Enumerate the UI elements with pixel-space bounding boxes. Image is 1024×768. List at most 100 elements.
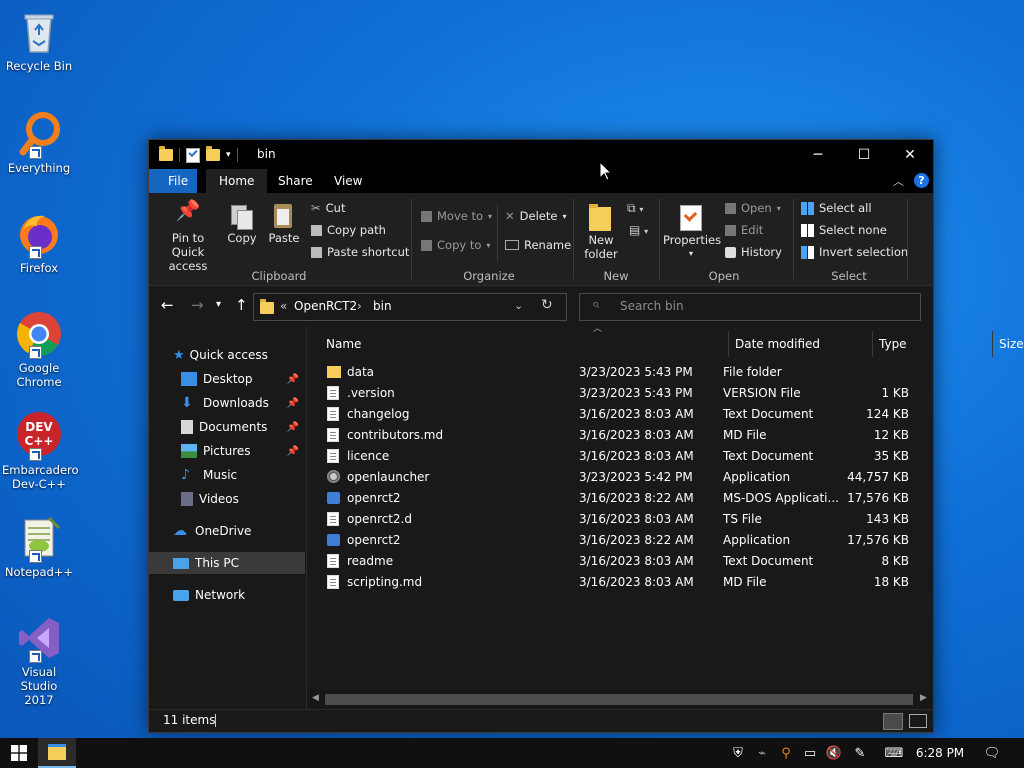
network-disconnected-icon[interactable]: ⌁: [752, 738, 772, 768]
file-row[interactable]: openrct2 3/16/2023 8:22 AM MS-DOS Applicat…: [321, 488, 921, 509]
nav-item-this-pc[interactable]: This PC: [149, 552, 305, 574]
copy-to-button[interactable]: Copy to ▾: [421, 238, 490, 252]
nav-item-desktop[interactable]: Desktop 📌: [149, 368, 305, 390]
column-header-size[interactable]: Size: [999, 331, 1024, 357]
touch-keyboard-icon[interactable]: ⌨: [880, 738, 908, 768]
desktop-icon-devcpp[interactable]: DEV C++ Embarcadero Dev-C++: [2, 412, 79, 491]
new-folder-qat-icon[interactable]: [206, 146, 220, 161]
desktop-icon-google-chrome[interactable]: Google Chrome: [2, 310, 76, 389]
select-all-button[interactable]: Select all: [801, 201, 872, 215]
column-header-type[interactable]: Type: [879, 331, 989, 357]
new-folder-button[interactable]: New folder: [579, 201, 623, 261]
nav-item-music[interactable]: ♪ Music: [149, 464, 305, 486]
network-tray-icon[interactable]: ▭: [800, 738, 820, 768]
pin-to-quick-access-button[interactable]: 📌 Pin to Quick access: [155, 200, 221, 273]
minimize-button[interactable]: ─: [795, 140, 841, 169]
address-bar[interactable]: « OpenRCT2 › bin ⌄ ↻: [253, 293, 567, 321]
desktop-icon-visual-studio[interactable]: Visual Studio 2017: [2, 614, 76, 707]
refresh-icon[interactable]: ↻: [541, 297, 553, 313]
tab-file[interactable]: File: [149, 169, 197, 193]
properties-button[interactable]: Properties ▾: [663, 201, 721, 261]
recent-locations-chevron-icon[interactable]: ▾: [216, 299, 221, 310]
file-row[interactable]: openrct2 3/16/2023 8:22 AM Application 17,5…: [321, 530, 921, 551]
ribbon-collapse-icon[interactable]: ︿: [893, 173, 904, 189]
pin-icon[interactable]: 📌: [287, 398, 299, 409]
nav-item-onedrive[interactable]: ☁ OneDrive: [149, 520, 305, 542]
breadcrumb-openrct2[interactable]: OpenRCT2: [294, 299, 357, 313]
file-row[interactable]: contributors.md 3/16/2023 8:03 AM MD File 1…: [321, 425, 921, 446]
nav-item-downloads[interactable]: ⬇ Downloads 📌: [149, 392, 305, 414]
desktop-icon-everything[interactable]: Everything: [2, 110, 76, 175]
file-row[interactable]: openlauncher 3/23/2023 5:42 PM Application…: [321, 467, 921, 488]
properties-check-icon[interactable]: [186, 147, 200, 163]
scrollbar-thumb[interactable]: [325, 694, 913, 705]
file-row[interactable]: scripting.md 3/16/2023 8:03 AM MD File 18 K…: [321, 572, 921, 593]
taskbar-file-explorer[interactable]: [38, 738, 76, 768]
volume-muted-icon[interactable]: 🔇: [824, 738, 844, 768]
action-center-icon[interactable]: 🗨: [980, 738, 1004, 768]
breadcrumb-separator[interactable]: ›: [357, 299, 362, 313]
scroll-left-icon[interactable]: ◀: [312, 693, 319, 703]
file-row[interactable]: openrct2.d 3/16/2023 8:03 AM TS File 143 KB: [321, 509, 921, 530]
address-dropdown-icon[interactable]: ⌄: [514, 299, 523, 312]
cut-button[interactable]: ✂ Cut: [311, 201, 345, 215]
file-row[interactable]: licence 3/16/2023 8:03 AM Text Document 35 …: [321, 446, 921, 467]
file-row[interactable]: data 3/23/2023 5:43 PM File folder: [321, 362, 921, 383]
tab-view[interactable]: View: [321, 169, 375, 193]
back-arrow-icon[interactable]: ←: [161, 296, 174, 314]
history-button[interactable]: History: [725, 245, 782, 259]
close-button[interactable]: ✕: [887, 140, 933, 169]
file-row[interactable]: .version 3/23/2023 5:43 PM VERSION File 1 K…: [321, 383, 921, 404]
file-row[interactable]: readme 3/16/2023 8:03 AM Text Document 8 KB: [321, 551, 921, 572]
desktop-icon-notepadpp[interactable]: Notepad++: [2, 514, 76, 579]
nav-item-quick-access[interactable]: ★ Quick access: [149, 344, 305, 366]
scroll-right-icon[interactable]: ▶: [920, 693, 927, 703]
new-item-icon[interactable]: ⧉ ▾: [627, 201, 643, 216]
security-shield-icon[interactable]: ⛨: [728, 738, 748, 768]
nav-item-pictures[interactable]: Pictures 📌: [149, 440, 305, 462]
everything-tray-icon[interactable]: ⚲: [776, 738, 796, 768]
maximize-button[interactable]: ☐: [841, 140, 887, 169]
pin-icon[interactable]: 📌: [287, 422, 299, 433]
horizontal-scrollbar[interactable]: ◀ ▶: [307, 691, 933, 708]
paste-button[interactable]: Paste: [266, 203, 302, 245]
nav-item-videos[interactable]: Videos: [149, 488, 305, 510]
search-box[interactable]: ⌕ Search bin: [579, 293, 921, 321]
tab-share[interactable]: Share: [265, 169, 326, 193]
select-none-button[interactable]: Select none: [801, 223, 887, 237]
up-arrow-icon[interactable]: ↑: [235, 296, 248, 314]
open-button[interactable]: Open ▾: [725, 201, 781, 215]
column-header-date-modified[interactable]: Date modified: [735, 331, 875, 357]
title-bar[interactable]: ▾ bin ─ ☐ ✕: [149, 140, 933, 169]
invert-selection-button[interactable]: Invert selection: [801, 245, 908, 259]
help-icon[interactable]: ?: [914, 173, 929, 188]
pen-ink-icon[interactable]: ✎: [850, 738, 870, 768]
pin-icon[interactable]: 📌: [287, 374, 299, 385]
tab-home[interactable]: Home: [206, 169, 268, 193]
desktop-icon-firefox[interactable]: Firefox: [2, 210, 76, 275]
delete-button[interactable]: ✕ Delete ▾: [505, 209, 566, 223]
qat-dropdown-icon[interactable]: ▾: [226, 150, 231, 160]
file-row[interactable]: changelog 3/16/2023 8:03 AM Text Document 1…: [321, 404, 921, 425]
taskbar-clock[interactable]: 6:28 PM: [912, 738, 968, 768]
paste-shortcut-button[interactable]: Paste shortcut: [311, 245, 409, 259]
nav-item-network[interactable]: Network: [149, 584, 305, 606]
forward-arrow-icon[interactable]: →: [191, 296, 204, 314]
move-to-button[interactable]: Move to ▾: [421, 209, 492, 223]
start-button[interactable]: [0, 738, 38, 768]
copy-button[interactable]: Copy: [225, 203, 259, 245]
column-header-name[interactable]: Name: [326, 331, 576, 357]
pin-icon[interactable]: 📌: [287, 446, 299, 457]
select-all-icon: [801, 201, 814, 215]
item-count: 11 items: [163, 713, 216, 727]
easy-access-icon[interactable]: ▤ ▾: [629, 223, 648, 237]
copy-path-button[interactable]: Copy path: [311, 223, 386, 237]
large-icons-view-icon[interactable]: [909, 714, 927, 728]
rename-button[interactable]: Rename: [505, 238, 571, 252]
address-overflow[interactable]: «: [280, 299, 287, 313]
nav-item-documents[interactable]: Documents 📌: [149, 416, 305, 438]
edit-button[interactable]: Edit: [725, 223, 763, 237]
breadcrumb-bin[interactable]: bin: [373, 299, 392, 313]
desktop-icon-recycle-bin[interactable]: Recycle Bin: [2, 8, 76, 73]
details-view-icon[interactable]: [883, 713, 903, 730]
